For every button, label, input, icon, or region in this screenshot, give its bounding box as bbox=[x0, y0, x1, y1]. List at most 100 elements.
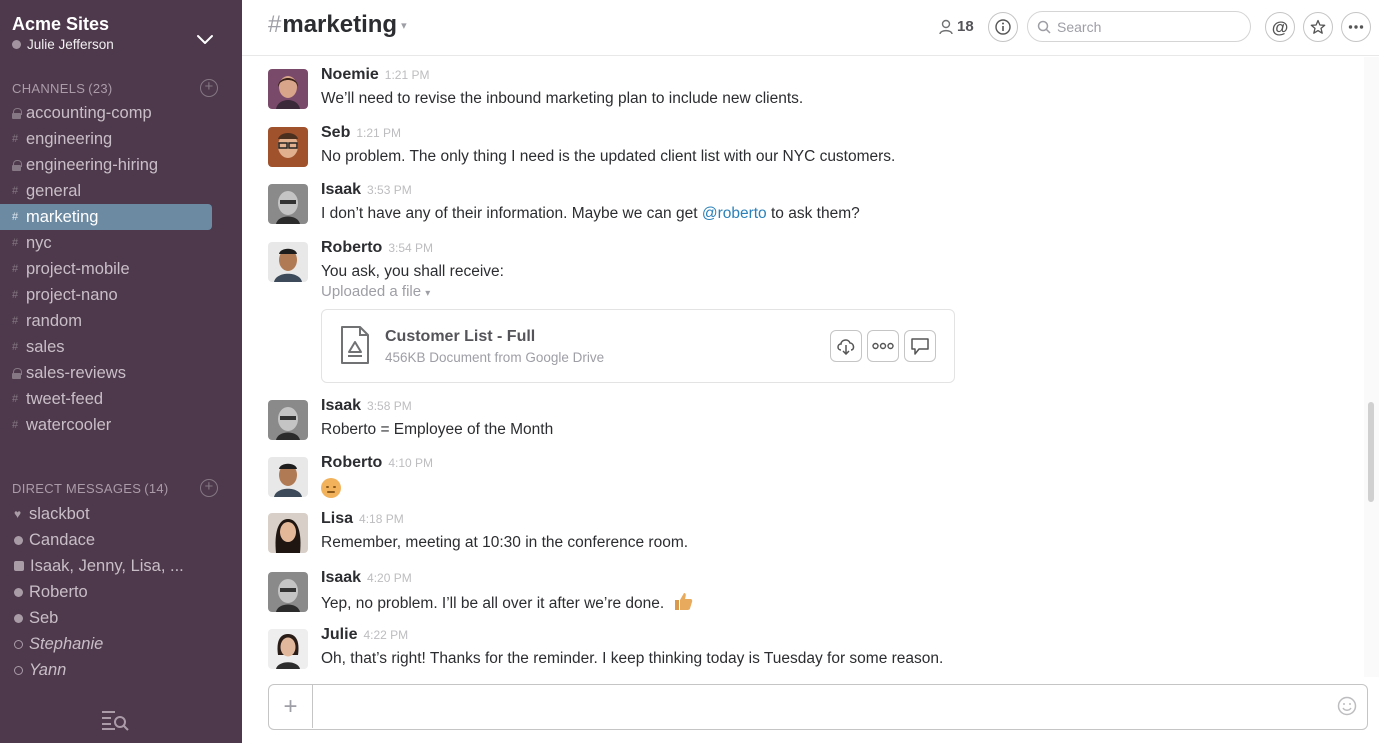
message-time[interactable]: 4:22 PM bbox=[363, 623, 408, 647]
message-author[interactable]: Julie bbox=[321, 623, 357, 647]
user-mention[interactable]: @roberto bbox=[702, 205, 767, 222]
message-author[interactable]: Roberto bbox=[321, 236, 382, 260]
file-title[interactable]: Customer List - Full bbox=[385, 328, 535, 346]
channel-item-general[interactable]: # general bbox=[0, 178, 212, 204]
avatar[interactable] bbox=[268, 69, 308, 109]
dm-item-roberto[interactable]: Roberto bbox=[0, 579, 242, 605]
message-time[interactable]: 3:58 PM bbox=[367, 394, 412, 418]
dm-item-slackbot[interactable]: ♥ slackbot bbox=[0, 501, 242, 527]
search-box[interactable] bbox=[1027, 11, 1251, 42]
channel-item-watercooler[interactable]: # watercooler bbox=[0, 412, 212, 438]
channel-item-random[interactable]: # random bbox=[0, 308, 212, 334]
message-input[interactable] bbox=[323, 695, 1313, 719]
channel-item-tweet-feed[interactable]: # tweet-feed bbox=[0, 386, 212, 412]
message-composer: + bbox=[268, 684, 1368, 730]
message-time[interactable]: 4:18 PM bbox=[359, 507, 404, 531]
scrollbar-thumb[interactable] bbox=[1368, 402, 1374, 502]
message-list: Noemie 1:21 PM We’ll need to revise the i… bbox=[242, 57, 1364, 677]
chevron-down-icon[interactable] bbox=[196, 34, 214, 46]
avatar[interactable] bbox=[268, 629, 308, 669]
channel-item-sales[interactable]: # sales bbox=[0, 334, 212, 360]
message-author[interactable]: Isaak bbox=[321, 178, 361, 202]
file-upload-note[interactable]: Uploaded a file ▾ bbox=[321, 284, 1348, 302]
channel-label: watercooler bbox=[26, 416, 112, 434]
avatar[interactable] bbox=[268, 127, 308, 167]
file-attachment[interactable]: Customer List - Full 456KB Document from… bbox=[321, 309, 955, 383]
message-time[interactable]: 3:53 PM bbox=[367, 178, 412, 202]
avatar[interactable] bbox=[268, 184, 308, 224]
channel-label: sales-reviews bbox=[26, 364, 126, 382]
channels-section-header[interactable]: CHANNELS (23) + bbox=[12, 78, 224, 98]
file-more-button[interactable] bbox=[867, 330, 899, 362]
quick-switcher-icon[interactable] bbox=[101, 709, 129, 731]
attach-plus-icon[interactable]: + bbox=[269, 685, 313, 728]
channel-item-engineering[interactable]: # engineering bbox=[0, 126, 212, 152]
avatar[interactable] bbox=[268, 400, 308, 440]
file-comment-button[interactable] bbox=[904, 330, 936, 362]
dm-item-stephanie[interactable]: Stephanie bbox=[0, 631, 242, 657]
channel-label: nyc bbox=[26, 234, 52, 252]
presence-dot bbox=[14, 535, 23, 545]
message-author[interactable]: Isaak bbox=[321, 394, 361, 418]
message-author[interactable]: Roberto bbox=[321, 451, 382, 475]
channel-title[interactable]: # marketing ▾ bbox=[268, 11, 407, 39]
team-header[interactable]: Acme Sites Julie Jefferson bbox=[12, 12, 234, 58]
dm-item-candace[interactable]: Candace bbox=[0, 527, 242, 553]
star-icon bbox=[1310, 19, 1326, 34]
channel-item-marketing[interactable]: # marketing bbox=[0, 204, 212, 230]
file-subtitle: 456KB Document from Google Drive bbox=[385, 350, 605, 365]
channel-item-nyc[interactable]: # nyc bbox=[0, 230, 212, 256]
dm-item-seb[interactable]: Seb bbox=[0, 605, 242, 631]
dm-section-header[interactable]: DIRECT MESSAGES (14) + bbox=[12, 478, 224, 498]
message-time[interactable]: 4:20 PM bbox=[367, 566, 412, 590]
download-button[interactable] bbox=[830, 330, 862, 362]
message: Isaak 3:58 PM Roberto = Employee of the M… bbox=[268, 394, 1348, 442]
avatar[interactable] bbox=[268, 513, 308, 553]
hash-icon: # bbox=[12, 185, 19, 197]
team-name[interactable]: Acme Sites bbox=[12, 12, 234, 36]
more-actions-button[interactable] bbox=[1341, 12, 1371, 42]
member-icon bbox=[939, 19, 953, 34]
message-time[interactable]: 1:21 PM bbox=[356, 121, 401, 145]
avatar[interactable] bbox=[268, 242, 308, 282]
message-author[interactable]: Isaak bbox=[321, 566, 361, 590]
starred-button[interactable] bbox=[1303, 12, 1333, 42]
lock-icon bbox=[12, 367, 22, 379]
mentions-button[interactable]: @ bbox=[1265, 12, 1295, 42]
message-time[interactable]: 4:10 PM bbox=[388, 451, 433, 475]
hash-icon: # bbox=[268, 11, 282, 38]
dm-item-yann[interactable]: Yann bbox=[0, 657, 242, 683]
message-author[interactable]: Noemie bbox=[321, 63, 379, 87]
search-input[interactable] bbox=[1057, 18, 1227, 35]
search-icon bbox=[1037, 20, 1051, 34]
message-time[interactable]: 3:54 PM bbox=[388, 236, 433, 260]
emoji-icon[interactable] bbox=[1337, 696, 1357, 716]
message-text: I don’t have any of their information. M… bbox=[321, 202, 1348, 226]
hash-icon: # bbox=[12, 133, 19, 145]
add-dm-plus-icon[interactable]: + bbox=[200, 479, 218, 497]
google-drive-icon bbox=[341, 326, 369, 364]
message-author[interactable]: Lisa bbox=[321, 507, 353, 531]
message-text-part: to ask them? bbox=[766, 205, 860, 222]
message-time[interactable]: 1:21 PM bbox=[385, 63, 430, 87]
channel-item-accounting-comp[interactable]: accounting-comp bbox=[0, 100, 212, 126]
channel-label: project-nano bbox=[26, 286, 118, 304]
hash-icon: # bbox=[12, 211, 19, 223]
avatar[interactable] bbox=[268, 572, 308, 612]
message-scrollbar[interactable] bbox=[1364, 57, 1379, 677]
channel-info-button[interactable] bbox=[988, 12, 1018, 42]
dm-label: Candace bbox=[29, 531, 96, 549]
message-author[interactable]: Seb bbox=[321, 121, 350, 145]
channel-item-project-nano[interactable]: # project-nano bbox=[0, 282, 212, 308]
hash-icon: # bbox=[12, 315, 19, 327]
channel-item-sales-reviews[interactable]: sales-reviews bbox=[0, 360, 212, 386]
channel-item-project-mobile[interactable]: # project-mobile bbox=[0, 256, 212, 282]
add-channel-plus-icon[interactable]: + bbox=[200, 79, 218, 97]
message: Seb 1:21 PM No problem. The only thing I … bbox=[268, 121, 1348, 169]
channel-name: marketing bbox=[282, 11, 398, 38]
dm-item-group[interactable]: Isaak, Jenny, Lisa, ... bbox=[0, 553, 242, 579]
avatar[interactable] bbox=[268, 457, 308, 497]
member-count-button[interactable]: 18 bbox=[938, 18, 974, 35]
channel-item-engineering-hiring[interactable]: engineering-hiring bbox=[0, 152, 212, 178]
message: Roberto 4:10 PM bbox=[268, 451, 1348, 506]
